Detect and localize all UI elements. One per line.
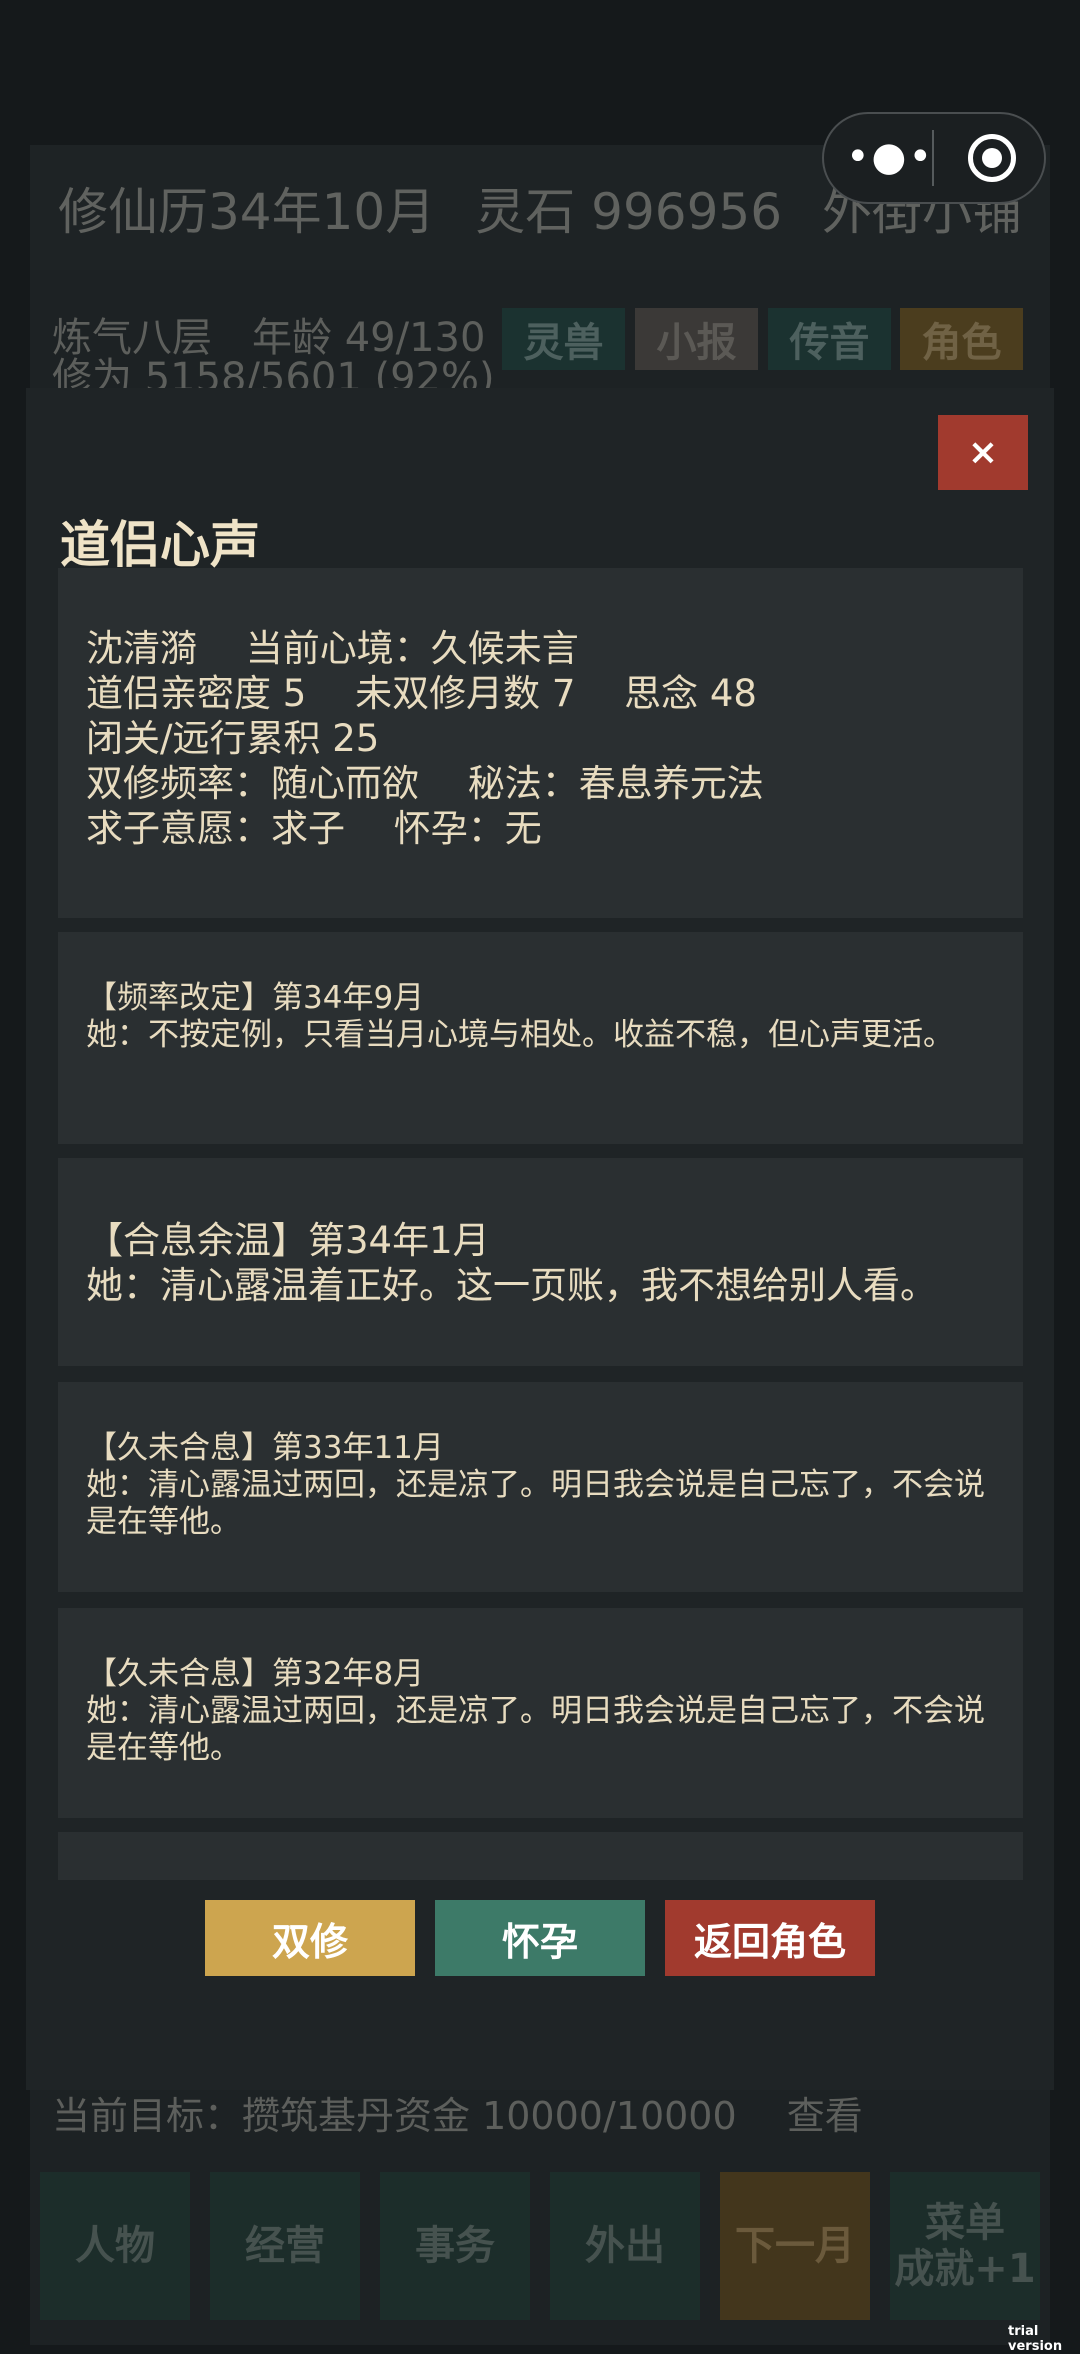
- info-line: 闭关/远行累积 25: [86, 717, 380, 760]
- close-button[interactable]: ×: [938, 415, 1028, 490]
- current-goal: 当前目标：攒筑基丹资金 10000/10000 查看: [52, 2094, 863, 2138]
- tab-character[interactable]: 角色: [900, 308, 1023, 370]
- info-line: 道侣亲密度 5 未双修月数 7 思念 48: [86, 672, 757, 715]
- nav-next-month[interactable]: 下一月: [720, 2172, 870, 2320]
- companion-info-card: 沈清漪 当前心境：久候未言 道侣亲密度 5 未双修月数 7 思念 48 闭关/远…: [58, 568, 1023, 918]
- message-card: 【合息余温】第34年1月 她：清心露温着正好。这一页账，我不想给别人看。: [58, 1158, 1023, 1366]
- back-to-character-button[interactable]: 返回角色: [665, 1900, 875, 1976]
- message-text: 她：清心露温着正好。这一页账，我不想给别人看。: [86, 1264, 937, 1307]
- message-card: 【久未合息】第32年8月 她：清心露温过两回，还是凉了。明日我会说是自己忘了，不…: [58, 1608, 1023, 1818]
- dialog-title: 道侣心声: [60, 516, 260, 574]
- message-card: 【久未合息】第33年11月 她：清心露温过两回，还是凉了。明日我会说是自己忘了，…: [58, 1382, 1023, 1592]
- nav-menu[interactable]: 菜单 成就+1: [890, 2172, 1040, 2320]
- tab-spirit-beast[interactable]: 灵兽: [502, 308, 625, 370]
- close-miniprogram-icon[interactable]: [968, 134, 1016, 182]
- nav-business[interactable]: 经营: [210, 2172, 360, 2320]
- nav-character[interactable]: 人物: [40, 2172, 190, 2320]
- capsule-divider: [932, 130, 934, 186]
- info-line: 求子意愿：求子 怀孕：无: [86, 807, 542, 850]
- message-text: 她：清心露温过两回，还是凉了。明日我会说是自己忘了，不会说是在等他。: [86, 1693, 985, 1766]
- nav-outing[interactable]: 外出: [550, 2172, 700, 2320]
- message-title: 【合息余温】第34年1月: [86, 1219, 490, 1262]
- tab-message[interactable]: 传音: [768, 308, 891, 370]
- game-date: 修仙历34年10月: [58, 182, 436, 241]
- info-line: 双修频率：随心而欲 秘法：春息养元法: [86, 762, 764, 805]
- trial-watermark: trial version: [1008, 2324, 1063, 2354]
- message-text: 她：不按定例，只看当月心境与相处。收益不稳，但心声更活。: [86, 1017, 954, 1053]
- nav-affairs[interactable]: 事务: [380, 2172, 530, 2320]
- tab-news[interactable]: 小报: [635, 308, 758, 370]
- info-line: 沈清漪 当前心境：久候未言: [86, 627, 579, 670]
- message-title: 【久未合息】第33年11月: [86, 1430, 444, 1466]
- message-card-partial: [58, 1832, 1023, 1880]
- message-card: 【频率改定】第34年9月 她：不按定例，只看当月心境与相处。收益不稳，但心声更活…: [58, 932, 1023, 1144]
- spirit-stones: 灵石 996956: [475, 182, 783, 241]
- pregnancy-button[interactable]: 怀孕: [435, 1900, 645, 1976]
- message-title: 【频率改定】第34年9月: [86, 980, 425, 1016]
- more-menu-icon[interactable]: •●•: [846, 128, 932, 186]
- message-title: 【久未合息】第32年8月: [86, 1656, 425, 1692]
- dual-cultivation-button[interactable]: 双修: [205, 1900, 415, 1976]
- message-text: 她：清心露温过两回，还是凉了。明日我会说是自己忘了，不会说是在等他。: [86, 1467, 985, 1540]
